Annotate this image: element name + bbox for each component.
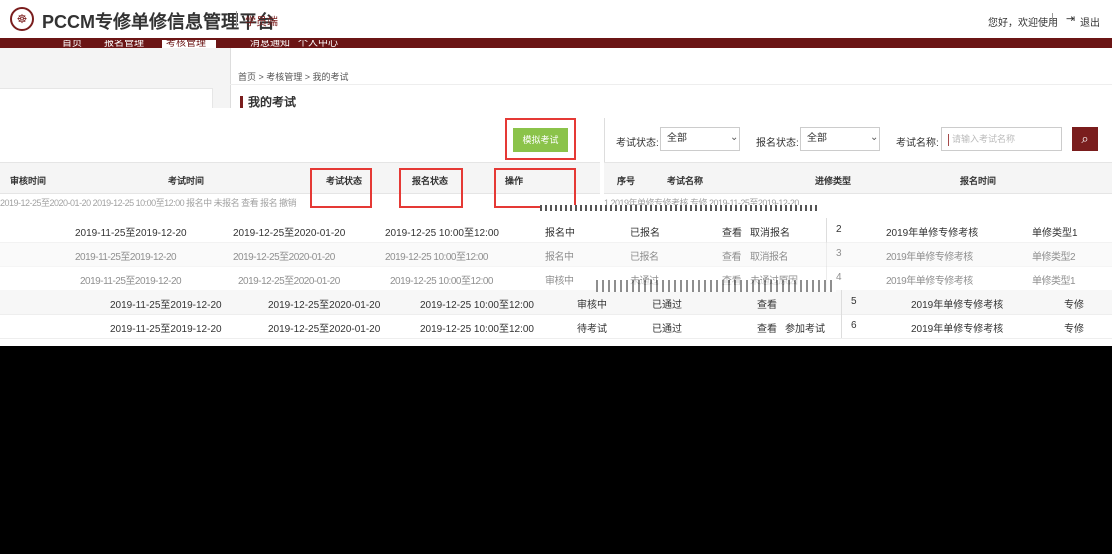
divider [826,242,827,266]
exam-status-cell: 审核中 [545,276,574,287]
index-cell: 4 [836,272,842,283]
col-header-exam-time: 考试时间 [168,176,205,186]
greeting-text: 您好，欢迎使用 [988,18,1058,29]
study-type-cell: 单修类型1 [1032,228,1078,239]
col-header-no: 序号 [617,176,636,186]
index-cell: 2 [836,224,842,235]
review-time-cell: 2019-12-25至2020-01-20 [268,324,381,335]
exam-name-cell: 2019年单修专修考核 [886,276,973,287]
index-cell: 6 [851,320,857,331]
chevron-down-icon[interactable]: ⌄ [730,132,738,143]
row-action-link[interactable]: 查看 [722,248,742,263]
table-row: 2019-11-25至2019-12-20 2019-12-25至2020-01-… [0,218,1112,243]
sidebar-panel [0,88,213,110]
study-type-cell: 专修 [1064,324,1084,335]
search-button[interactable]: ⌕ [1072,127,1098,151]
divider [1052,13,1053,25]
chevron-down-icon[interactable]: ⌄ [870,132,878,143]
signup-status-cell: 已报名 [630,252,659,263]
divider [826,218,827,242]
col-header-exam-name: 考试名称 [667,176,704,186]
index-cell: 3 [836,248,842,259]
study-type-cell: 单修类型2 [1032,252,1076,263]
render-artifact [540,205,820,211]
nav-item-home[interactable]: 首页 [62,40,82,48]
breadcrumb: 首页 > 考核管理 > 我的考试 [238,72,349,82]
exam-name-cell: 2019年单修专修考核 [886,252,973,263]
mock-exam-button[interactable]: 模拟考试 [513,128,568,152]
app-title: PCCM专修单修信息管理平台 [42,12,275,32]
divider [230,84,1112,85]
exam-time-cell: 2019-12-25 10:00至12:00 [390,276,493,287]
study-type-cell: 专修 [1064,300,1084,311]
review-time-cell: 2019-12-25至2020-01-20 [233,228,346,239]
review-time-cell: 2019-12-25至2020-01-20 [238,276,340,287]
signup-time-cell: 2019-11-25至2019-12-20 [110,300,222,311]
exam-name-placeholder: 请输入考试名称 [952,134,1016,144]
divider [841,314,842,338]
render-artifact [596,280,836,292]
exam-time-cell: 2019-12-25 10:00至12:00 [420,300,534,311]
blank-region [0,346,1112,554]
signup-time-cell: 2019-11-25至2019-12-20 [110,324,222,335]
exam-status-cell: 报名中 [545,252,574,263]
row-action-link[interactable]: 参加考试 [785,320,825,335]
exam-time-cell: 2019-12-25 10:00至12:00 [420,324,534,335]
table-row: 2019-11-25至2019-12-20 2019-12-25至2020-01-… [0,314,1112,339]
col-header-review-time: 审核时间 [10,176,47,186]
row-action-link[interactable]: 查看 [757,320,777,335]
divider [236,11,237,27]
exam-name-input[interactable]: 请输入考试名称 [941,127,1062,151]
col-header-signup-time: 报名时间 [960,176,997,186]
nav-item-messages[interactable]: 消息通知 [250,40,290,48]
table-row: 2019-11-25至2019-12-20 2019-12-25至2020-01-… [0,242,1112,267]
exam-name-label: 考试名称: [896,138,939,149]
logout-icon[interactable]: ⇥ [1066,12,1075,25]
signup-status-cell: 已报名 [630,228,660,239]
study-type-cell: 单修类型1 [1032,276,1076,287]
logo-icon: ☸ [10,7,34,31]
signup-time-cell: 2019-11-25至2019-12-20 [80,276,182,287]
table-row: 2019-12-25至2020-01-20 2019-12-25 10:00至1… [0,198,297,208]
exam-name-cell: 2019年单修专修考核 [886,228,979,239]
search-icon: ⌕ [1081,131,1089,146]
role-label: 学员端 [245,16,278,28]
exam-time-cell: 2019-12-25 10:00至12:00 [385,228,499,239]
row-action-link[interactable]: 取消报名 [750,224,790,239]
table-row: 2019-11-25至2019-12-20 2019-12-25至2020-01-… [0,266,1112,291]
nav-item-exam[interactable]: 考核管理 [166,40,206,48]
row-action-link[interactable]: 取消报名 [750,248,789,263]
signup-status-label: 报名状态: [756,138,799,149]
signup-status-cell: 已通过 [652,324,682,335]
exam-status-cell: 待考试 [577,324,607,335]
exam-name-cell: 2019年单修专修考核 [911,300,1004,311]
exam-status-cell: 审核中 [577,300,607,311]
signup-time-cell: 2019-11-25至2019-12-20 [75,228,187,239]
signup-status-select[interactable]: 全部 [800,127,880,151]
signup-status-cell: 已通过 [652,300,682,311]
exam-status-select[interactable]: 全部 [660,127,740,151]
row-action-link[interactable]: 查看 [757,296,777,311]
review-time-cell: 2019-12-25至2020-01-20 [233,252,335,263]
index-cell: 5 [851,296,857,307]
divider [841,290,842,314]
signup-time-cell: 2019-11-25至2019-12-20 [75,252,177,263]
page-title: 我的考试 [240,96,296,108]
row-action-link[interactable]: 查看 [722,224,742,239]
review-time-cell: 2019-12-25至2020-01-20 [268,300,381,311]
exam-time-cell: 2019-12-25 10:00至12:00 [385,252,488,263]
exam-status-cell: 报名中 [545,228,575,239]
table-row: 2019-11-25至2019-12-20 2019-12-25至2020-01-… [0,290,1112,315]
col-header-study-type: 进修类型 [815,176,852,186]
exam-name-cell: 2019年单修专修考核 [911,324,1004,335]
exam-status-label: 考试状态: [616,138,659,149]
logout-link[interactable]: 退出 [1080,14,1100,29]
nav-item-profile[interactable]: 个人中心 [298,40,338,48]
nav-item-signup[interactable]: 报名管理 [104,40,144,48]
